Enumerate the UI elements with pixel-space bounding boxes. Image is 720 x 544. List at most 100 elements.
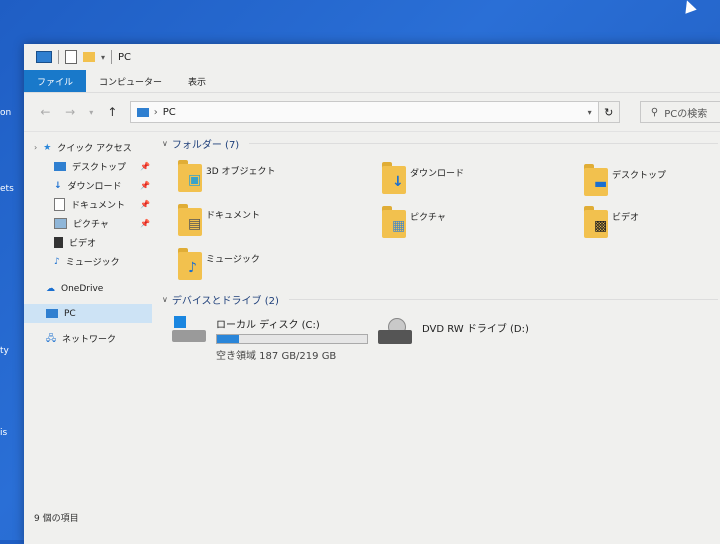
folder-label: ミュージック (206, 255, 260, 265)
picture-icon: ▦ (392, 218, 406, 234)
music-note-icon: ♪ (54, 256, 60, 267)
folder-icon: ♪ (178, 248, 202, 280)
group-header-devices[interactable]: ∨ デバイスとドライブ (2) (162, 288, 720, 310)
search-input[interactable]: ⚲ PCの検索 (639, 101, 720, 123)
collapse-chevron-icon[interactable]: ∨ (162, 139, 168, 148)
folder-icon: ▦ (382, 206, 406, 238)
new-folder-icon[interactable] (83, 52, 95, 62)
network-icon: 🖧 (46, 333, 57, 344)
folder-label: ビデオ (612, 213, 640, 223)
download-arrow-icon: ↓ (392, 174, 404, 190)
drive-dvd-d[interactable]: DVD RW ドライブ (D:) (378, 318, 529, 348)
sidebar-item-label: ダウンロード (67, 182, 122, 192)
expand-chevron-icon[interactable]: › (34, 143, 37, 152)
sidebar-item-pictures[interactable]: ピクチャ 📌 (24, 214, 152, 233)
pin-icon[interactable]: 📌 (140, 162, 150, 171)
folder-3d-objects[interactable]: ▣ 3D オブジェクト (178, 160, 276, 192)
sidebar-item-network[interactable]: 🖧 ネットワーク (24, 329, 152, 348)
drive-local-c[interactable]: ローカル ディスク (C:) 空き領域 187 GB/219 GB (172, 316, 368, 362)
folder-label: デスクトップ (612, 171, 667, 181)
properties-icon[interactable] (65, 50, 77, 64)
file-list: ∨ フォルダー (7) ▣ 3D オブジェクト ↓ ダウンロード ▬ デスクトッ… (156, 130, 720, 510)
desktop-label-fragment: ty (0, 346, 9, 356)
status-bar: 9 個の項目 (34, 514, 79, 524)
folder-icon: ▤ (178, 204, 202, 236)
desktop-icon: ▬ (594, 176, 608, 192)
search-icon: ⚲ (650, 106, 659, 118)
pin-icon[interactable]: 📌 (140, 181, 150, 190)
sidebar-item-pc[interactable]: PC (24, 304, 152, 323)
dvd-drive-icon (378, 318, 414, 348)
title-bar: ▾ PC (24, 44, 720, 70)
sidebar-item-videos[interactable]: ビデオ (24, 233, 152, 252)
folder-label: 3D オブジェクト (206, 167, 276, 177)
folder-desktop[interactable]: ▬ デスクトップ (584, 164, 666, 196)
window-title: PC (118, 51, 132, 63)
divider (111, 50, 113, 64)
address-dropdown-icon[interactable]: ▾ (588, 108, 592, 117)
windows-logo-icon (174, 316, 186, 328)
sidebar-item-label: ミュージック (65, 258, 120, 268)
tab-computer[interactable]: コンピューター (86, 70, 175, 92)
address-bar[interactable]: › PC ▾ (129, 101, 599, 123)
computer-icon (46, 309, 58, 318)
breadcrumb-pc[interactable]: PC (163, 107, 176, 118)
breadcrumb-separator-icon: › (153, 106, 158, 118)
desktop-label-fragment: ets (0, 184, 14, 194)
search-placeholder: PCの検索 (664, 108, 708, 120)
folder-icon: ▬ (584, 164, 608, 196)
cube-icon: ▣ (188, 172, 202, 188)
folder-documents[interactable]: ▤ ドキュメント (178, 204, 260, 236)
storage-usage-bar-fill (217, 335, 239, 343)
sidebar-item-label: ネットワーク (62, 335, 117, 345)
chevron-down-icon[interactable]: ▾ (101, 53, 105, 62)
folder-downloads[interactable]: ↓ ダウンロード (382, 162, 464, 194)
divider (288, 298, 718, 300)
group-title: デバイスとドライブ (2) (171, 295, 279, 307)
tab-file[interactable]: ファイル (24, 70, 87, 92)
drive-label: ローカル ディスク (C:) (216, 320, 320, 331)
refresh-button[interactable]: ↻ (597, 101, 620, 123)
folder-music[interactable]: ♪ ミュージック (178, 248, 260, 280)
free-space-text: 空き領域 187 GB/219 GB (216, 351, 337, 362)
forward-arrow-icon[interactable]: → (63, 105, 78, 119)
drive-label: DVD RW ドライブ (D:) (422, 324, 529, 335)
video-icon (54, 237, 63, 248)
collapse-chevron-icon[interactable]: ∨ (162, 295, 168, 304)
tab-view[interactable]: 表示 (175, 70, 219, 92)
back-arrow-icon[interactable]: ← (38, 105, 53, 119)
sidebar-item-quick-access[interactable]: › ★ クイック アクセス (24, 138, 152, 157)
up-arrow-icon[interactable]: ↑ (105, 105, 120, 119)
hard-drive-icon (172, 316, 208, 346)
folder-icon: ▣ (178, 160, 202, 192)
folder-pictures[interactable]: ▦ ピクチャ (382, 206, 446, 238)
pin-icon[interactable]: 📌 (140, 219, 150, 228)
desktop-label-fragment: is (0, 428, 8, 438)
folder-label: ダウンロード (410, 169, 465, 179)
sidebar-item-music[interactable]: ♪ ミュージック (24, 252, 152, 271)
pin-icon[interactable]: 📌 (140, 200, 150, 209)
folder-icon: ↓ (382, 162, 406, 194)
recent-locations-chevron-icon[interactable]: ▾ (88, 108, 95, 117)
sidebar-item-downloads[interactable]: ↓ ダウンロード 📌 (24, 176, 152, 195)
sidebar-item-onedrive[interactable]: ☁ OneDrive (24, 279, 152, 298)
refresh-icon: ↻ (604, 105, 614, 119)
sidebar-item-label: OneDrive (61, 283, 104, 294)
sidebar-item-label: ドキュメント (71, 201, 126, 211)
sidebar-item-label: PC (64, 308, 76, 319)
folder-label: ピクチャ (410, 213, 446, 223)
folder-videos[interactable]: ▩ ビデオ (584, 206, 639, 238)
sidebar-item-desktop[interactable]: デスクトップ 📌 (24, 157, 152, 176)
picture-icon (54, 218, 67, 229)
divider (249, 142, 718, 144)
storage-usage-bar (216, 334, 368, 344)
computer-icon (136, 107, 149, 117)
mouse-cursor-icon (681, 0, 697, 14)
explorer-window: ▾ PC ファイル コンピューター 表示 ← → ▾ ↑ › PC ▾ ↻ ⚲ … (24, 44, 720, 544)
group-header-folders[interactable]: ∨ フォルダー (7) (162, 132, 720, 154)
divider (58, 50, 59, 64)
desktop-icon (54, 162, 66, 171)
sidebar-item-documents[interactable]: ドキュメント 📌 (24, 195, 152, 214)
cloud-icon: ☁ (46, 283, 55, 294)
sidebar-item-label: デスクトップ (72, 163, 127, 173)
